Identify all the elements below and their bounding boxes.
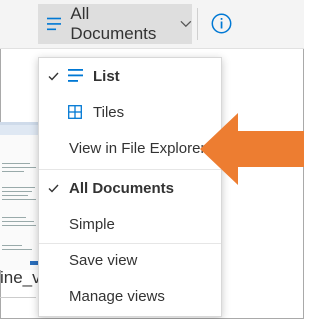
callout-arrow-icon (200, 113, 304, 185)
thumbnail-text-line (2, 225, 36, 226)
menu-item-all-documents[interactable]: All Documents (39, 170, 221, 206)
menu-item-manage-views[interactable]: Manage views (39, 278, 221, 314)
thumbnail-text-line (2, 167, 36, 168)
menu-item-simple[interactable]: Simple (39, 206, 221, 242)
menu-item-label: View in File Explorer (69, 139, 206, 157)
menu-item-label: Tiles (93, 103, 125, 121)
thumbnail-text-line (2, 195, 28, 196)
menu-item-label: All Documents (69, 179, 175, 197)
menu-item-label: Simple (69, 215, 115, 233)
lines-icon (68, 69, 83, 82)
command-bar-divider (0, 48, 304, 49)
menu-item-tiles[interactable]: Tiles (39, 94, 221, 130)
checkmark-icon (48, 72, 59, 81)
menu-item-label: List (93, 67, 120, 85)
thumbnail-text-line (2, 199, 36, 200)
document-thumbnail[interactable] (0, 122, 38, 270)
menu-item-label: Save view (69, 251, 138, 269)
checkmark-icon (48, 184, 59, 193)
view-switcher-label: All Documents (70, 4, 157, 43)
menu-item-list[interactable]: List (39, 58, 221, 94)
thumbnail-text-line (2, 245, 22, 246)
menu-item-save-view[interactable]: Save view (39, 242, 221, 278)
thumbnail-header (0, 125, 38, 135)
thumbnail-text-line (2, 191, 32, 192)
thumbnail-text-line (2, 217, 26, 218)
lines-icon (47, 17, 62, 31)
view-switcher-button[interactable]: All Documents (38, 4, 192, 44)
chevron-down-icon (180, 20, 192, 28)
thumbnail-text-line (2, 221, 34, 222)
thumbnail-text-line (2, 187, 35, 188)
menu-item-view-in-file-explorer[interactable]: View in File Explorer (39, 130, 221, 166)
thumbnail-text-line (2, 163, 30, 164)
row-divider (0, 297, 36, 298)
info-icon[interactable] (211, 13, 232, 34)
menu-item-label: Manage views (69, 287, 165, 305)
thumbnail-text-line (2, 249, 32, 250)
thumbnail-accent (30, 261, 38, 265)
thumbnail-text-line (2, 171, 24, 172)
toolbar-separator (197, 8, 198, 40)
tiles-icon (68, 105, 82, 119)
view-options-menu: List Tiles View in File Explorer All Doc… (38, 57, 222, 317)
